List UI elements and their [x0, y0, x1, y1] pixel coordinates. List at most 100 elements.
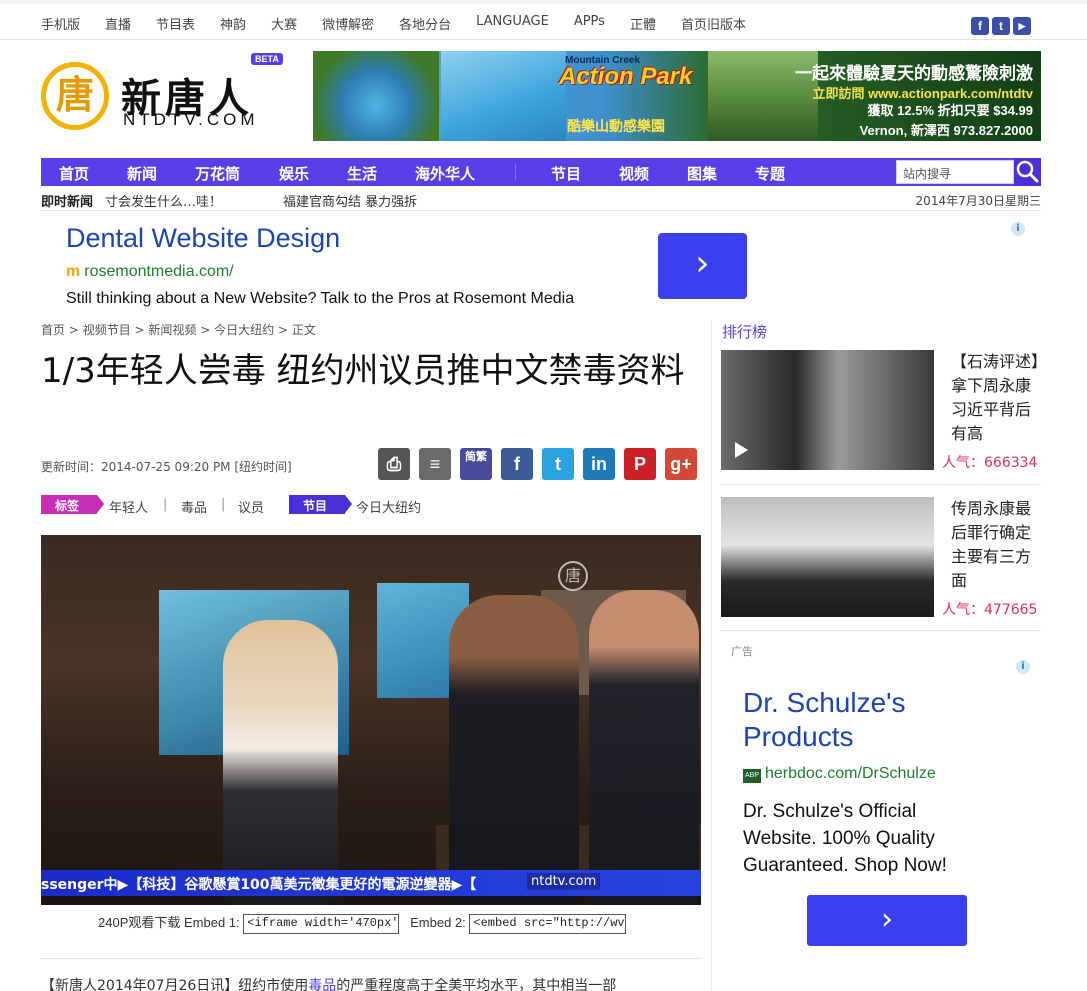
- program-label: 节目: [289, 495, 352, 514]
- share-toolbar: ⎙ ≡ 简繁 f t in P g+: [378, 448, 697, 480]
- tag-link[interactable]: 毒品: [181, 497, 207, 516]
- facebook-share-icon[interactable]: f: [501, 448, 533, 480]
- top-link-shenyun[interactable]: 神韵: [220, 14, 246, 33]
- youtube-icon[interactable]: ▶: [1013, 17, 1031, 35]
- video-scene-speaker: [223, 620, 338, 905]
- ranking-popularity: 人气：477665: [942, 602, 1038, 618]
- page-title: 1/3年轻人尝毒 纽约州议员推中文禁毒资料: [41, 351, 685, 391]
- article-keyword-link[interactable]: 毒品: [308, 978, 336, 991]
- embed1-label: Embed 1:: [184, 915, 240, 930]
- top-link-regional[interactable]: 各地分台: [399, 14, 451, 33]
- comment-icon[interactable]: ≡: [419, 448, 451, 480]
- play-icon: [735, 442, 748, 458]
- banner-photo-slide: [441, 51, 566, 141]
- embed2-label: Embed 2:: [410, 915, 466, 930]
- ranking-popularity: 人气：666334: [942, 455, 1038, 471]
- banner-photo-raft: [313, 51, 439, 141]
- tag-divider: |: [221, 497, 226, 512]
- download-link[interactable]: 240P观看下载: [98, 915, 180, 930]
- ad-label: 广告: [731, 645, 753, 658]
- linkedin-share-icon[interactable]: in: [583, 448, 615, 480]
- print-icon[interactable]: ⎙: [378, 448, 410, 480]
- video-player[interactable]: 唐 ssenger中▶【科技】谷歌懸賞100萬美元徵集更好的電源逆變器▶【 nt…: [41, 535, 701, 905]
- nav-item-entertainment[interactable]: 娱乐: [279, 163, 309, 184]
- sidebar-ad-description: Dr. Schulze's Official Website. 100% Qua…: [743, 801, 947, 876]
- tag-link[interactable]: 年轻人: [109, 497, 148, 516]
- site-logo[interactable]: 唐 新唐人 NTDTV.COM BETA: [41, 53, 291, 135]
- top-link-contests[interactable]: 大赛: [271, 14, 297, 33]
- ticker-label: 即时新闻: [41, 195, 94, 210]
- text-ad-arrow-button[interactable]: ›: [658, 233, 747, 299]
- breadcrumb-item[interactable]: 视频节目: [83, 323, 131, 337]
- breadcrumb-item[interactable]: 今日大纽约: [214, 323, 274, 337]
- top-link-live[interactable]: 直播: [105, 14, 131, 33]
- facebook-icon[interactable]: f: [971, 17, 989, 35]
- logo-domain: NTDTV.COM: [123, 110, 259, 129]
- nav-item-overseas-chinese[interactable]: 海外华人: [415, 163, 475, 184]
- nav-item-specials[interactable]: 专题: [755, 163, 785, 184]
- nav-separator: [515, 164, 516, 180]
- current-date: 2014年7月30日星期三: [915, 194, 1041, 208]
- pinterest-share-icon[interactable]: P: [624, 448, 656, 480]
- program-link[interactable]: 今日大纽约: [356, 497, 421, 516]
- ranking-thumbnail[interactable]: [721, 350, 934, 470]
- nav-item-programs[interactable]: 节目: [551, 163, 581, 184]
- text-ad-url-label: rosemontmedia.com/: [84, 263, 234, 280]
- top-link-old-homepage[interactable]: 首页旧版本: [681, 14, 746, 33]
- ticker-item[interactable]: 福建官商勾结 暴力强拆: [283, 191, 417, 210]
- top-link-language[interactable]: LANGUAGE: [476, 14, 549, 33]
- nav-item-news[interactable]: 新闻: [127, 163, 157, 184]
- twitter-icon[interactable]: t: [992, 17, 1010, 35]
- tag-divider: |: [163, 497, 168, 512]
- text-ad-url[interactable]: m rosemontmedia.com/: [66, 263, 234, 281]
- sidebar-ad-arrow-button[interactable]: ›: [807, 895, 967, 946]
- embed2-field[interactable]: <embed src="http://wv: [469, 913, 627, 934]
- site-search-input[interactable]: 站内搜寻: [896, 160, 1014, 184]
- breadcrumb-item[interactable]: 新闻视频: [148, 323, 196, 337]
- top-link-weibo[interactable]: 微博解密: [322, 14, 374, 33]
- nav-item-life[interactable]: 生活: [347, 163, 377, 184]
- top-link-apps[interactable]: APPs: [574, 14, 605, 33]
- ranking-item-title[interactable]: 【石涛评述】拿下周永康 习近平背后有高: [951, 350, 1043, 446]
- embed1-field[interactable]: <iframe width='470px': [243, 913, 400, 934]
- nav-item-videos[interactable]: 视频: [619, 163, 649, 184]
- breadcrumb-item: 正文: [291, 323, 316, 337]
- breaking-news-ticker: 即时新闻 寸会发生什么…哇！ 福建官商勾结 暴力强拆 2014年7月30日星期三: [41, 186, 1041, 211]
- ad-info-icon[interactable]: i: [1011, 222, 1025, 236]
- top-link-mobile[interactable]: 手机版: [41, 14, 80, 33]
- ranking-item-title[interactable]: 传周永康最后罪行确定 主要有三方面: [951, 497, 1043, 593]
- top-link-schedule[interactable]: 节目表: [156, 14, 195, 33]
- ad-info-icon[interactable]: i: [1016, 660, 1030, 674]
- tag-link[interactable]: 议员: [238, 497, 264, 516]
- tags-label: 标签: [41, 495, 104, 514]
- abp-logo-icon: ABP: [743, 769, 761, 783]
- top-link-traditional[interactable]: 正體: [630, 14, 656, 33]
- twitter-share-icon[interactable]: t: [542, 448, 574, 480]
- banner-ad[interactable]: Mountain Creek Action Park 酷樂山動感樂園 一起來體驗…: [313, 51, 1041, 141]
- ranking-item[interactable]: 【石涛评述】拿下周永康 习近平背后有高 人气：666334: [721, 350, 1041, 475]
- ntd-watermark-icon: 唐: [558, 561, 588, 591]
- main-nav: 首页 新闻 万花筒 娱乐 生活 海外华人 节目 视频 图集 专题: [41, 158, 1041, 186]
- banner-line1: 一起來體驗夏天的動感驚險刺激: [795, 64, 1033, 84]
- top-utility-bar: 手机版 直播 节目表 神韵 大赛 微博解密 各地分台 LANGUAGE APPs…: [0, 0, 1087, 40]
- nav-item-galleries[interactable]: 图集: [687, 163, 717, 184]
- text-ad-title[interactable]: Dental Website Design: [66, 223, 340, 254]
- video-watermark: ntdtv.com: [527, 873, 601, 890]
- sidebar-ad-title[interactable]: Dr. Schulze's Products: [743, 686, 1013, 754]
- text-ad-description: Still thinking about a New Website? Talk…: [66, 290, 575, 307]
- nav-item-home[interactable]: 首页: [59, 163, 89, 184]
- googleplus-share-icon[interactable]: g+: [665, 448, 697, 480]
- ranking-item[interactable]: 传周永康最后罪行确定 主要有三方面 人气：477665: [721, 497, 1041, 622]
- search-button[interactable]: [1014, 158, 1041, 186]
- breadcrumb-item[interactable]: 首页: [41, 323, 65, 337]
- simplified-traditional-icon[interactable]: 简繁: [460, 448, 492, 480]
- rosemont-logo-icon: m: [66, 263, 81, 280]
- tag-row: 标签 年轻人 | 毒品 | 议员 节目 今日大纽约: [41, 495, 701, 516]
- sidebar-ad-url[interactable]: ABP herbdoc.com/DrSchulze: [743, 765, 936, 783]
- nav-item-kaleidoscope[interactable]: 万花筒: [195, 163, 240, 184]
- ticker-item[interactable]: 寸会发生什么…哇！: [105, 191, 222, 210]
- embed-row: 240P观看下载 Embed 1: <iframe width='470px' …: [98, 912, 627, 934]
- ranking-thumbnail[interactable]: [721, 497, 934, 617]
- banner-brand-cn: 酷樂山動感樂園: [567, 119, 665, 135]
- divider: [721, 484, 1041, 485]
